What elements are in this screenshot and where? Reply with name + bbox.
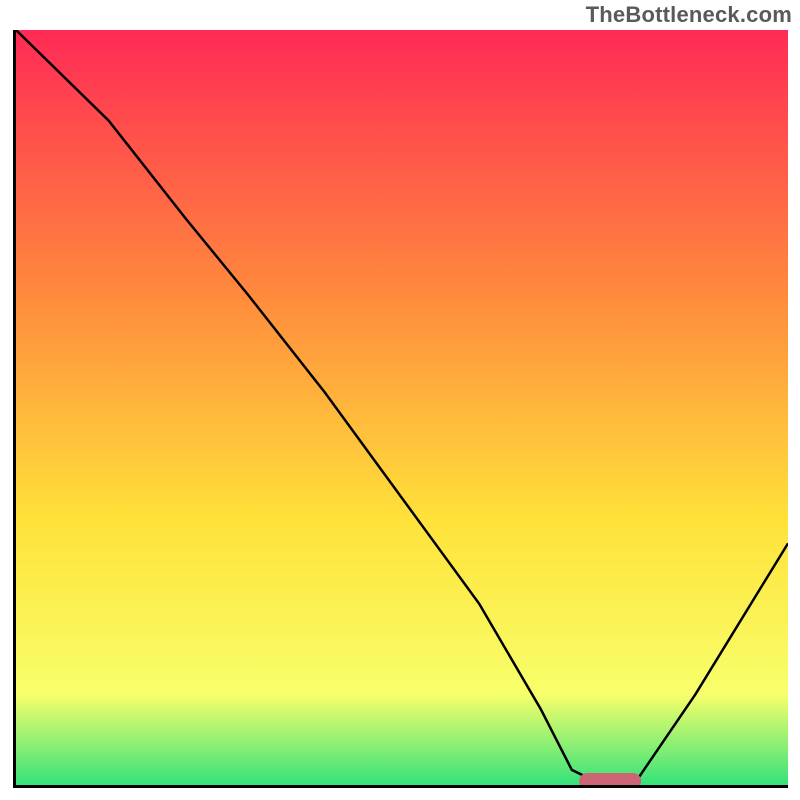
gradient-fill [16, 30, 788, 785]
watermark-text: TheBottleneck.com [586, 2, 792, 28]
plot-svg [16, 30, 788, 785]
optimal-marker [580, 773, 642, 788]
plot-area [13, 30, 788, 788]
